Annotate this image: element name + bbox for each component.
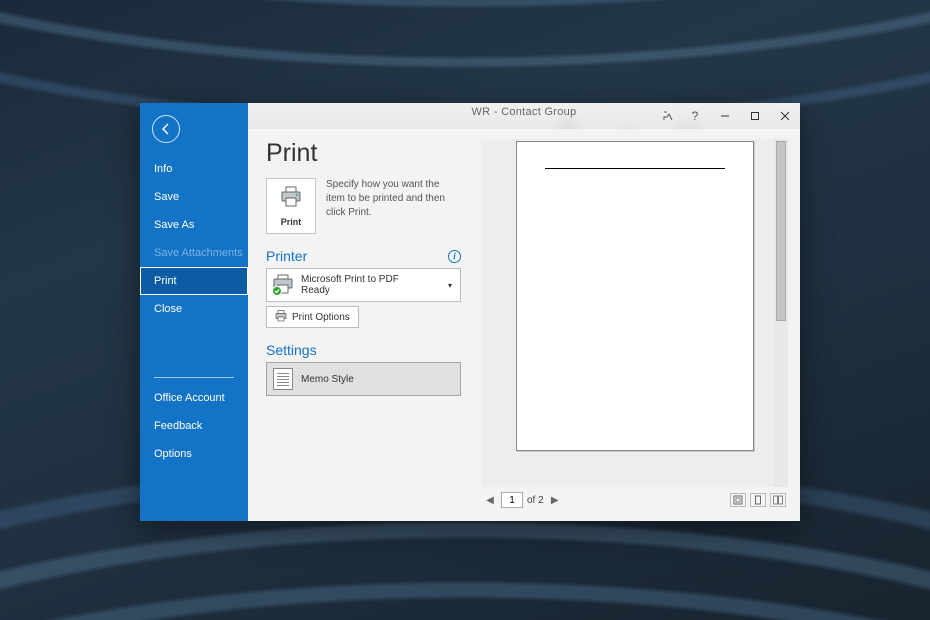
desktop-wallpaper: Info Save Save As Save Attachments Print… [0, 0, 930, 620]
sidebar-item-info[interactable]: Info [140, 155, 248, 183]
one-page-button[interactable] [750, 493, 766, 507]
page-navigator: ◀ of 2 ▶ [483, 492, 562, 508]
print-settings-panel: Print Print [266, 139, 461, 511]
print-options-label: Print Options [292, 312, 350, 323]
print-button[interactable]: Print [266, 178, 316, 234]
printer-ready-icon [271, 274, 295, 296]
minimize-button[interactable] [710, 103, 740, 129]
printer-section-title: Printer [266, 248, 307, 264]
memo-style-icon [273, 368, 293, 390]
back-button[interactable] [152, 115, 180, 143]
prev-page-button[interactable]: ◀ [483, 495, 497, 506]
maximize-button[interactable] [740, 103, 770, 129]
sidebar-divider [154, 377, 234, 378]
preview-header-rule [545, 168, 725, 169]
settings-section-title: Settings [266, 342, 317, 358]
preview-viewport [481, 139, 788, 487]
coming-soon-icon[interactable] [656, 103, 680, 129]
preview-scrollbar[interactable] [774, 139, 788, 487]
page-title: Print [266, 139, 461, 168]
title-bar: WR - Contact Group ? [248, 103, 800, 129]
outlook-backstage-window: Info Save Save As Save Attachments Print… [140, 103, 800, 521]
sidebar-item-options[interactable]: Options [140, 440, 248, 468]
sidebar-item-save[interactable]: Save [140, 183, 248, 211]
zoom-controls [730, 493, 786, 507]
content-area: WR - Contact Group ? [248, 103, 800, 521]
page-number-input[interactable] [501, 492, 523, 508]
sidebar-item-office-account[interactable]: Office Account [140, 384, 248, 412]
actual-size-button[interactable] [730, 493, 746, 507]
page-total-label: of 2 [527, 495, 544, 506]
preview-footer: ◀ of 2 ▶ [481, 487, 788, 511]
printer-status: Ready [301, 285, 448, 297]
print-button-label: Print [281, 217, 302, 227]
print-options-button[interactable]: Print Options [266, 306, 359, 328]
scrollbar-thumb[interactable] [776, 141, 786, 321]
sidebar-item-print[interactable]: Print [140, 267, 248, 295]
close-button[interactable] [770, 103, 800, 129]
sidebar-item-close[interactable]: Close [140, 295, 248, 323]
sidebar-nav: Info Save Save As Save Attachments Print… [140, 155, 248, 323]
content-body: Print Print [248, 129, 800, 521]
printer-selector[interactable]: Microsoft Print to PDF Ready ▾ [266, 268, 461, 302]
multi-page-button[interactable] [770, 493, 786, 507]
sidebar-item-feedback[interactable]: Feedback [140, 412, 248, 440]
backstage-sidebar: Info Save Save As Save Attachments Print… [140, 103, 248, 521]
print-preview-area: ◀ of 2 ▶ [481, 139, 788, 511]
printer-info-icon[interactable]: i [448, 250, 461, 263]
arrow-left-icon [159, 122, 173, 136]
sidebar-item-save-attachments: Save Attachments [140, 239, 248, 267]
print-style-selector[interactable]: Memo Style [266, 362, 461, 396]
preview-page [516, 141, 754, 451]
printer-name: Microsoft Print to PDF [301, 274, 448, 286]
chevron-down-icon: ▾ [448, 281, 456, 290]
sidebar-bottom-group: Office Account Feedback Options [140, 363, 248, 468]
window-title: WR - Contact Group [471, 106, 576, 118]
help-button[interactable]: ? [680, 103, 710, 129]
print-help-text: Specify how you want the item to be prin… [326, 178, 461, 234]
next-page-button[interactable]: ▶ [548, 495, 562, 506]
printer-icon [279, 186, 303, 213]
sidebar-item-saveas[interactable]: Save As [140, 211, 248, 239]
print-style-label: Memo Style [301, 374, 354, 385]
print-options-icon [275, 310, 287, 325]
